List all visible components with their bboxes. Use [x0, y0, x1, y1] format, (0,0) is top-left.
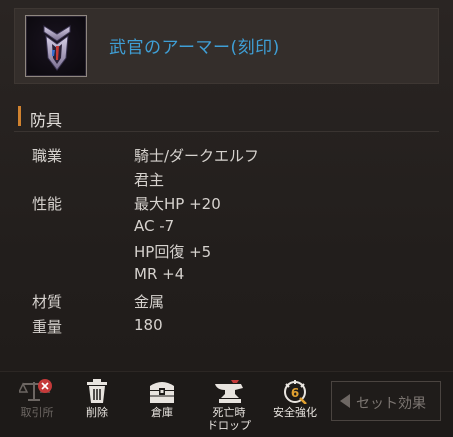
- arrow-left-icon: [340, 394, 350, 408]
- delete-button[interactable]: 削除: [72, 372, 122, 432]
- exchange-button[interactable]: 取引所: [12, 372, 62, 432]
- item-tooltip-panel: 武官のアーマー(刻印) 防具 職業 騎士/ダークエルフ 君主 性能 最大HP +…: [0, 0, 453, 437]
- stat-label-weight: 重量: [32, 318, 63, 336]
- stat-value-ac: AC -7: [134, 217, 175, 235]
- set-effect-button[interactable]: セット効果: [331, 381, 441, 421]
- stat-value-hp-regen: HP回復 +5: [134, 243, 212, 261]
- death-drop-label-2: ドロップ: [207, 419, 251, 432]
- set-effect-label: セット効果: [356, 396, 426, 412]
- stat-label-class: 職業: [32, 147, 63, 165]
- category-accent-bar: [18, 106, 21, 126]
- storage-label: 倉庫: [151, 406, 173, 419]
- stat-value-mr: MR +4: [134, 265, 185, 283]
- safe-enhance-label: 安全強化: [273, 406, 317, 419]
- armor-emblem-icon[interactable]: [25, 15, 87, 77]
- stat-label-material: 材質: [32, 293, 63, 311]
- stat-value-class-1: 騎士/ダークエルフ: [134, 147, 260, 165]
- stat-value-weight: 180: [134, 316, 163, 334]
- death-drop-label-1: 死亡時: [212, 406, 246, 419]
- anvil-icon: [215, 380, 243, 403]
- enhance-6-icon: 6: [284, 380, 307, 404]
- exchange-label: 取引所: [20, 406, 54, 419]
- delete-label: 削除: [86, 406, 108, 419]
- death-drop-button[interactable]: 死亡時 ドロップ: [198, 372, 260, 432]
- enhance-badge: 6: [291, 386, 299, 400]
- divider: [14, 131, 439, 132]
- stat-value-max-hp: 最大HP +20: [134, 195, 221, 213]
- stat-value-material: 金属: [134, 293, 165, 311]
- item-header: 武官のアーマー(刻印): [14, 8, 439, 84]
- storage-button[interactable]: 倉庫: [134, 372, 190, 432]
- trash-icon: [87, 379, 107, 403]
- scales-disabled-icon: [19, 379, 52, 401]
- stat-value-class-2: 君主: [134, 171, 165, 189]
- item-name: 武官のアーマー(刻印): [109, 38, 280, 58]
- item-action-toolbar: 取引所 削除 倉庫 死亡時 ドロップ 6 安全強化 セット効果: [0, 371, 453, 437]
- safe-enhance-button[interactable]: 6 安全強化: [264, 372, 326, 432]
- stat-label-performance: 性能: [32, 195, 63, 213]
- chest-icon: [150, 382, 174, 403]
- item-category: 防具: [30, 111, 63, 130]
